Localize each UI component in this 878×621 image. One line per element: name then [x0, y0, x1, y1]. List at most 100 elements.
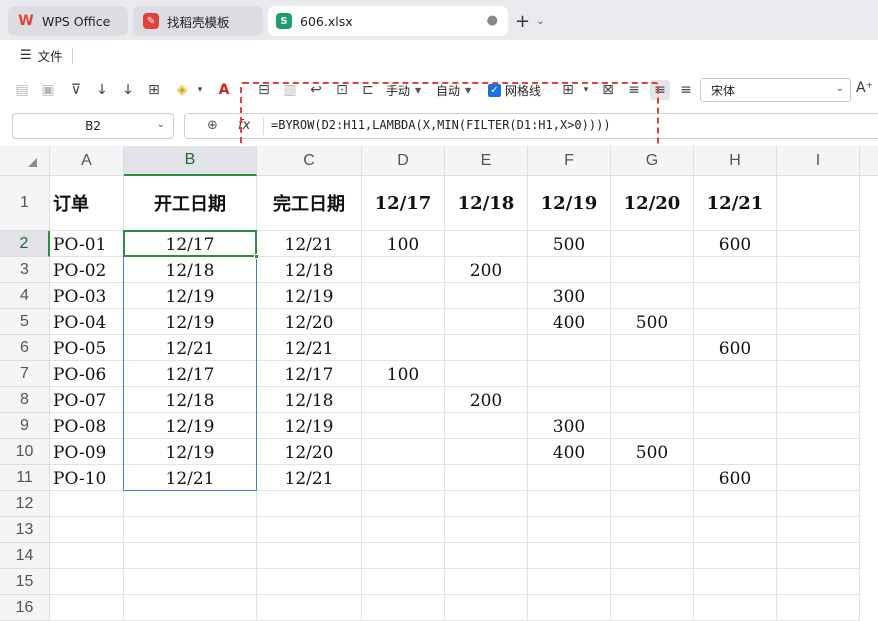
column-header-d[interactable]: D [362, 146, 445, 176]
align-right-icon[interactable]: ≡ [676, 80, 696, 100]
gridlines-checkbox[interactable]: ✓ 网格线 [488, 82, 541, 99]
cell-c3[interactable]: 12/18 [257, 257, 362, 283]
cell-a10[interactable]: PO-09 [50, 439, 124, 465]
row-header-9[interactable]: 9 [0, 413, 50, 439]
cell-h8[interactable] [694, 387, 777, 413]
cell-b3[interactable]: 12/18 [124, 257, 257, 283]
row-header-6[interactable]: 6 [0, 335, 50, 361]
cell-e10[interactable] [445, 439, 528, 465]
cell-b8[interactable]: 12/18 [124, 387, 257, 413]
cell-b5[interactable]: 12/19 [124, 309, 257, 335]
cell-d9[interactable] [362, 413, 445, 439]
cell-d14[interactable] [362, 543, 445, 569]
cell-e14[interactable] [445, 543, 528, 569]
cell-c7[interactable]: 12/17 [257, 361, 362, 387]
row-header-8[interactable]: 8 [0, 387, 50, 413]
cell-d4[interactable] [362, 283, 445, 309]
fill-color-icon[interactable]: ◈ [172, 80, 192, 100]
cell-a5[interactable]: PO-04 [50, 309, 124, 335]
cell-h4[interactable] [694, 283, 777, 309]
file-menu-button[interactable]: ☰ 文件 [20, 46, 63, 65]
cell-g16[interactable] [611, 595, 694, 621]
cell-b10[interactable]: 12/19 [124, 439, 257, 465]
cell-f15[interactable] [528, 569, 611, 595]
cell-b16[interactable] [124, 595, 257, 621]
cell-i6[interactable] [777, 335, 860, 361]
cell-c14[interactable] [257, 543, 362, 569]
cell-e5[interactable] [445, 309, 528, 335]
cell-b6[interactable]: 12/21 [124, 335, 257, 361]
cell-e6[interactable] [445, 335, 528, 361]
paste-values-icon[interactable]: ▤ [12, 80, 32, 100]
name-box[interactable]: B2 ⌄ [12, 113, 174, 139]
cell-h15[interactable] [694, 569, 777, 595]
cell-g1[interactable]: 12/20 [611, 176, 694, 231]
cell-h1[interactable]: 12/21 [694, 176, 777, 231]
cell-f2[interactable]: 500 [528, 231, 611, 257]
row-header-11[interactable]: 11 [0, 465, 50, 491]
cell-i3[interactable] [777, 257, 860, 283]
merge-cells-icon[interactable]: ⊟ [254, 80, 274, 100]
sort-descending-icon[interactable]: ↓ [118, 80, 138, 100]
cell-e15[interactable] [445, 569, 528, 595]
cell-d15[interactable] [362, 569, 445, 595]
cell-g15[interactable] [611, 569, 694, 595]
cell-b12[interactable] [124, 491, 257, 517]
filter-icon[interactable]: ⊽ [66, 80, 86, 100]
row-header-12[interactable]: 12 [0, 491, 50, 517]
formula-input[interactable]: ⊕ fx =BYROW(D2:H11,LAMBDA(X,MIN(FILTER(D… [184, 113, 878, 139]
cell-c15[interactable] [257, 569, 362, 595]
cell-g5[interactable]: 500 [611, 309, 694, 335]
cell-f6[interactable] [528, 335, 611, 361]
column-header-h[interactable]: H [694, 146, 777, 176]
wrap-text-icon[interactable]: ↩ [306, 80, 326, 100]
borders-icon[interactable]: ⊞ [144, 80, 164, 100]
split-cells-icon[interactable]: ▥ [280, 80, 300, 100]
tab-docer-templates[interactable]: ✎ 找稻壳模板 [133, 6, 263, 36]
cell-i14[interactable] [777, 543, 860, 569]
cell-g6[interactable] [611, 335, 694, 361]
unsaved-dot-icon[interactable]: ● [487, 13, 498, 28]
align-left-icon[interactable]: ≡ [624, 80, 644, 100]
cell-c13[interactable] [257, 517, 362, 543]
column-header-g[interactable]: G [611, 146, 694, 176]
cell-f5[interactable]: 400 [528, 309, 611, 335]
cell-a7[interactable]: PO-06 [50, 361, 124, 387]
cell-i16[interactable] [777, 595, 860, 621]
row-header-16[interactable]: 16 [0, 595, 50, 621]
column-header-e[interactable]: E [445, 146, 528, 176]
cell-d10[interactable] [362, 439, 445, 465]
row-header-13[interactable]: 13 [0, 517, 50, 543]
cell-f11[interactable] [528, 465, 611, 491]
cell-b14[interactable] [124, 543, 257, 569]
cell-h11[interactable]: 600 [694, 465, 777, 491]
tab-606-xlsx[interactable]: S 606.xlsx ● [268, 6, 508, 36]
cell-d1[interactable]: 12/17 [362, 176, 445, 231]
cell-b7[interactable]: 12/17 [124, 361, 257, 387]
cell-e16[interactable] [445, 595, 528, 621]
cell-a11[interactable]: PO-10 [50, 465, 124, 491]
row-header-14[interactable]: 14 [0, 543, 50, 569]
cell-c9[interactable]: 12/19 [257, 413, 362, 439]
fit-column-icon[interactable]: ⊏ [358, 80, 378, 100]
cell-a8[interactable]: PO-07 [50, 387, 124, 413]
cell-g13[interactable] [611, 517, 694, 543]
select-all-corner[interactable] [0, 146, 50, 176]
cell-i1[interactable] [777, 176, 860, 231]
cell-h2[interactable]: 600 [694, 231, 777, 257]
fill-handle[interactable] [254, 254, 259, 259]
new-tab-button[interactable]: + ⌄ [515, 10, 555, 32]
cell-f7[interactable] [528, 361, 611, 387]
cell-g11[interactable] [611, 465, 694, 491]
cell-f8[interactable] [528, 387, 611, 413]
cell-b1[interactable]: 开工日期 [124, 176, 257, 231]
cell-g9[interactable] [611, 413, 694, 439]
cell-i8[interactable] [777, 387, 860, 413]
sort-ascending-icon[interactable]: ↓ [92, 80, 112, 100]
cell-c6[interactable]: 12/21 [257, 335, 362, 361]
cell-c16[interactable] [257, 595, 362, 621]
cell-g3[interactable] [611, 257, 694, 283]
cell-g7[interactable] [611, 361, 694, 387]
cell-b4[interactable]: 12/19 [124, 283, 257, 309]
cell-g10[interactable]: 500 [611, 439, 694, 465]
